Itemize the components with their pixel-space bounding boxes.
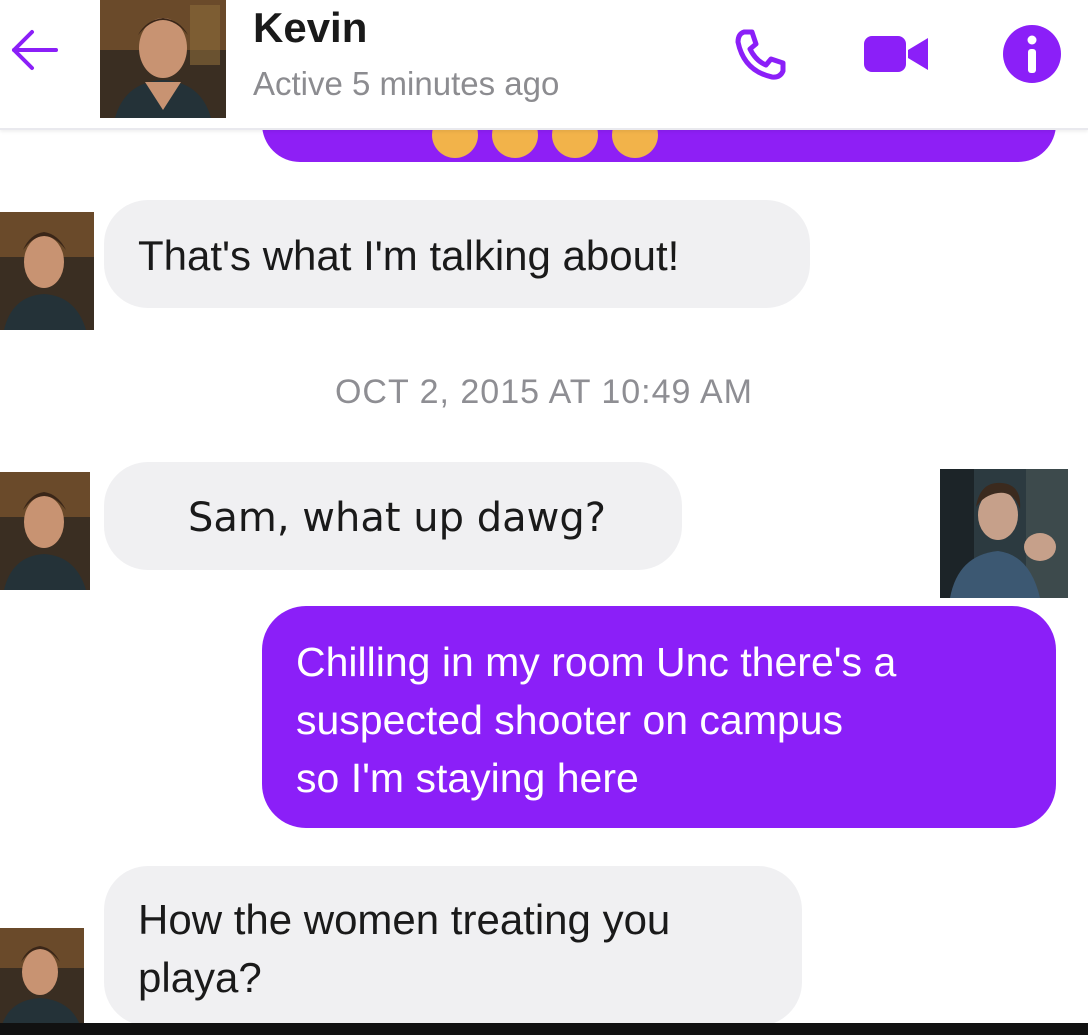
sender-avatar[interactable] [0,472,90,590]
received-message-bubble: That's what I'm talking about! [104,200,810,308]
back-arrow-icon[interactable] [6,22,62,78]
video-camera-icon[interactable] [862,24,928,84]
active-status: Active 5 minutes ago [253,65,560,102]
contact-name: Kevin [253,4,368,51]
sender-avatar[interactable] [0,928,84,1025]
timestamp: OCT 2, 2015 AT 10:49 AM [334,373,754,411]
contact-avatar[interactable] [100,0,226,118]
message-text: That's what I'm talking about! [138,232,680,279]
message-text-line: suspected shooter on campus [296,697,843,743]
received-message-bubble: Sam, what up dawg? [104,462,682,570]
sender-avatar[interactable] [0,212,94,330]
message-text-line: Chilling in my room Unc there's a [296,639,897,685]
received-message-bubble: How the women treating you playa? [104,866,802,1026]
message-text-line: so I'm staying here [296,755,639,801]
message-text-line: playa? [138,954,262,1001]
bottom-edge [0,1023,1088,1035]
info-icon[interactable] [1002,24,1062,84]
chat-header: Kevin Active 5 minutes ago [0,0,1088,130]
my-avatar[interactable] [940,469,1068,598]
message-text: Sam, what up dawg? [188,495,606,541]
phone-icon[interactable] [730,24,790,84]
message-text-line: How the women treating you [138,896,671,943]
sent-message-bubble: Chilling in my room Unc there's a suspec… [262,606,1056,828]
